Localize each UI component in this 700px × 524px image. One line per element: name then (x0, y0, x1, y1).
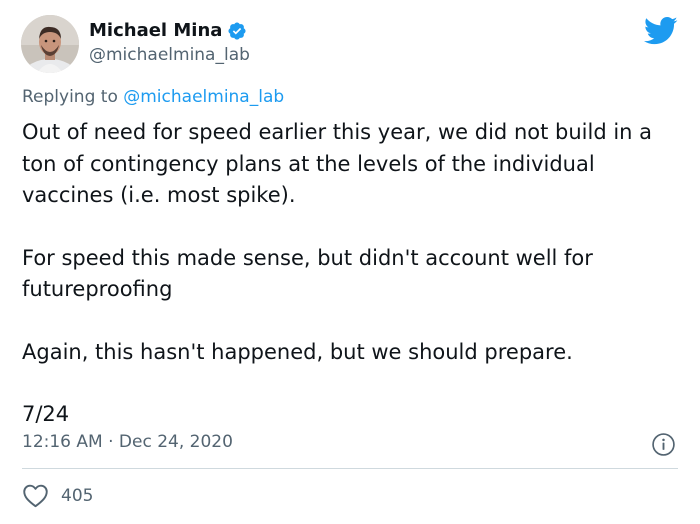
thread-counter: 7/24 (22, 402, 70, 426)
tweet-card: Michael Mina @michaelmina_lab Replying t… (0, 0, 700, 524)
verified-badge-icon (227, 21, 247, 41)
author-display-name[interactable]: Michael Mina (89, 20, 222, 41)
replying-to-prefix: Replying to (22, 87, 118, 107)
divider (22, 468, 678, 469)
replying-to-handle-link[interactable]: @michaelmina_lab (123, 87, 284, 107)
avatar[interactable] (21, 15, 79, 73)
info-icon[interactable] (651, 432, 676, 457)
tweet-timestamp[interactable]: 12:16 AM · Dec 24, 2020 (22, 432, 233, 452)
like-action[interactable]: 405 (22, 483, 93, 508)
tweet-body: Out of need for speed earlier this year,… (22, 117, 692, 431)
tweet-paragraph: Out of need for speed earlier this year,… (22, 120, 653, 207)
like-count: 405 (61, 485, 94, 506)
author-handle[interactable]: @michaelmina_lab (89, 45, 250, 65)
avatar-photo (21, 15, 79, 73)
author-name-row: Michael Mina (89, 20, 247, 41)
replying-to-line: Replying to @michaelmina_lab (22, 87, 284, 107)
tweet-paragraph: Again, this hasn't happened, but we shou… (22, 339, 573, 364)
tweet-paragraph: For speed this made sense, but didn't ac… (22, 245, 593, 302)
heart-icon[interactable] (22, 483, 49, 508)
twitter-bird-icon[interactable] (644, 16, 678, 46)
